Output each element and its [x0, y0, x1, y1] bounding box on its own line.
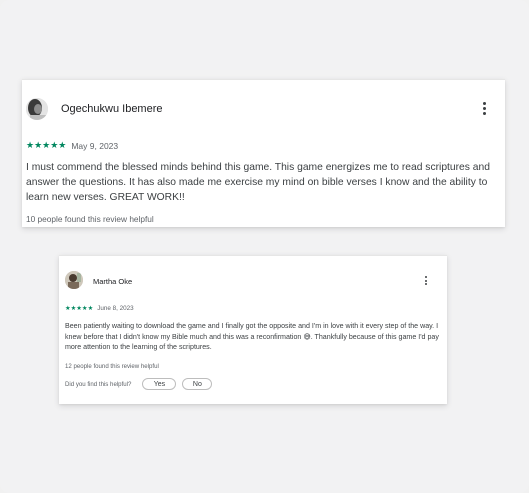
star-rating: ★★★★★	[65, 305, 94, 312]
avatar	[26, 98, 48, 120]
helpful-count: 12 people found this review helpful	[65, 363, 159, 370]
review-meta: ★★★★★ June 8, 2023	[65, 305, 134, 312]
page-background	[0, 0, 529, 493]
review-meta: ★★★★★ May 9, 2023	[26, 140, 118, 151]
more-vert-icon[interactable]	[424, 276, 427, 286]
yes-button[interactable]: Yes	[142, 378, 177, 390]
helpful-question: Did you find this helpful?	[65, 380, 132, 388]
reviewer-name: Ogechukwu Ibemere	[61, 103, 163, 115]
review-text: Been patiently waiting to download the g…	[65, 322, 439, 351]
review-card: Martha Oke ★★★★★ June 8, 2023 Been patie…	[59, 255, 447, 404]
more-vert-icon[interactable]	[482, 102, 486, 116]
review-card: Ogechukwu Ibemere ★★★★★ May 9, 2023 I mu…	[22, 79, 505, 227]
star-rating: ★★★★★	[26, 140, 67, 150]
avatar	[65, 271, 83, 289]
review-date: June 8, 2023	[97, 305, 134, 312]
review-text: I must commend the blessed minds behind …	[26, 162, 490, 203]
helpful-count: 10 people found this review helpful	[26, 214, 154, 224]
reviewer-name: Martha Oke	[93, 277, 133, 286]
helpful-question-row: Did you find this helpful? Yes No	[65, 378, 213, 390]
review-date: May 9, 2023	[71, 140, 119, 151]
no-button[interactable]: No	[182, 378, 213, 390]
